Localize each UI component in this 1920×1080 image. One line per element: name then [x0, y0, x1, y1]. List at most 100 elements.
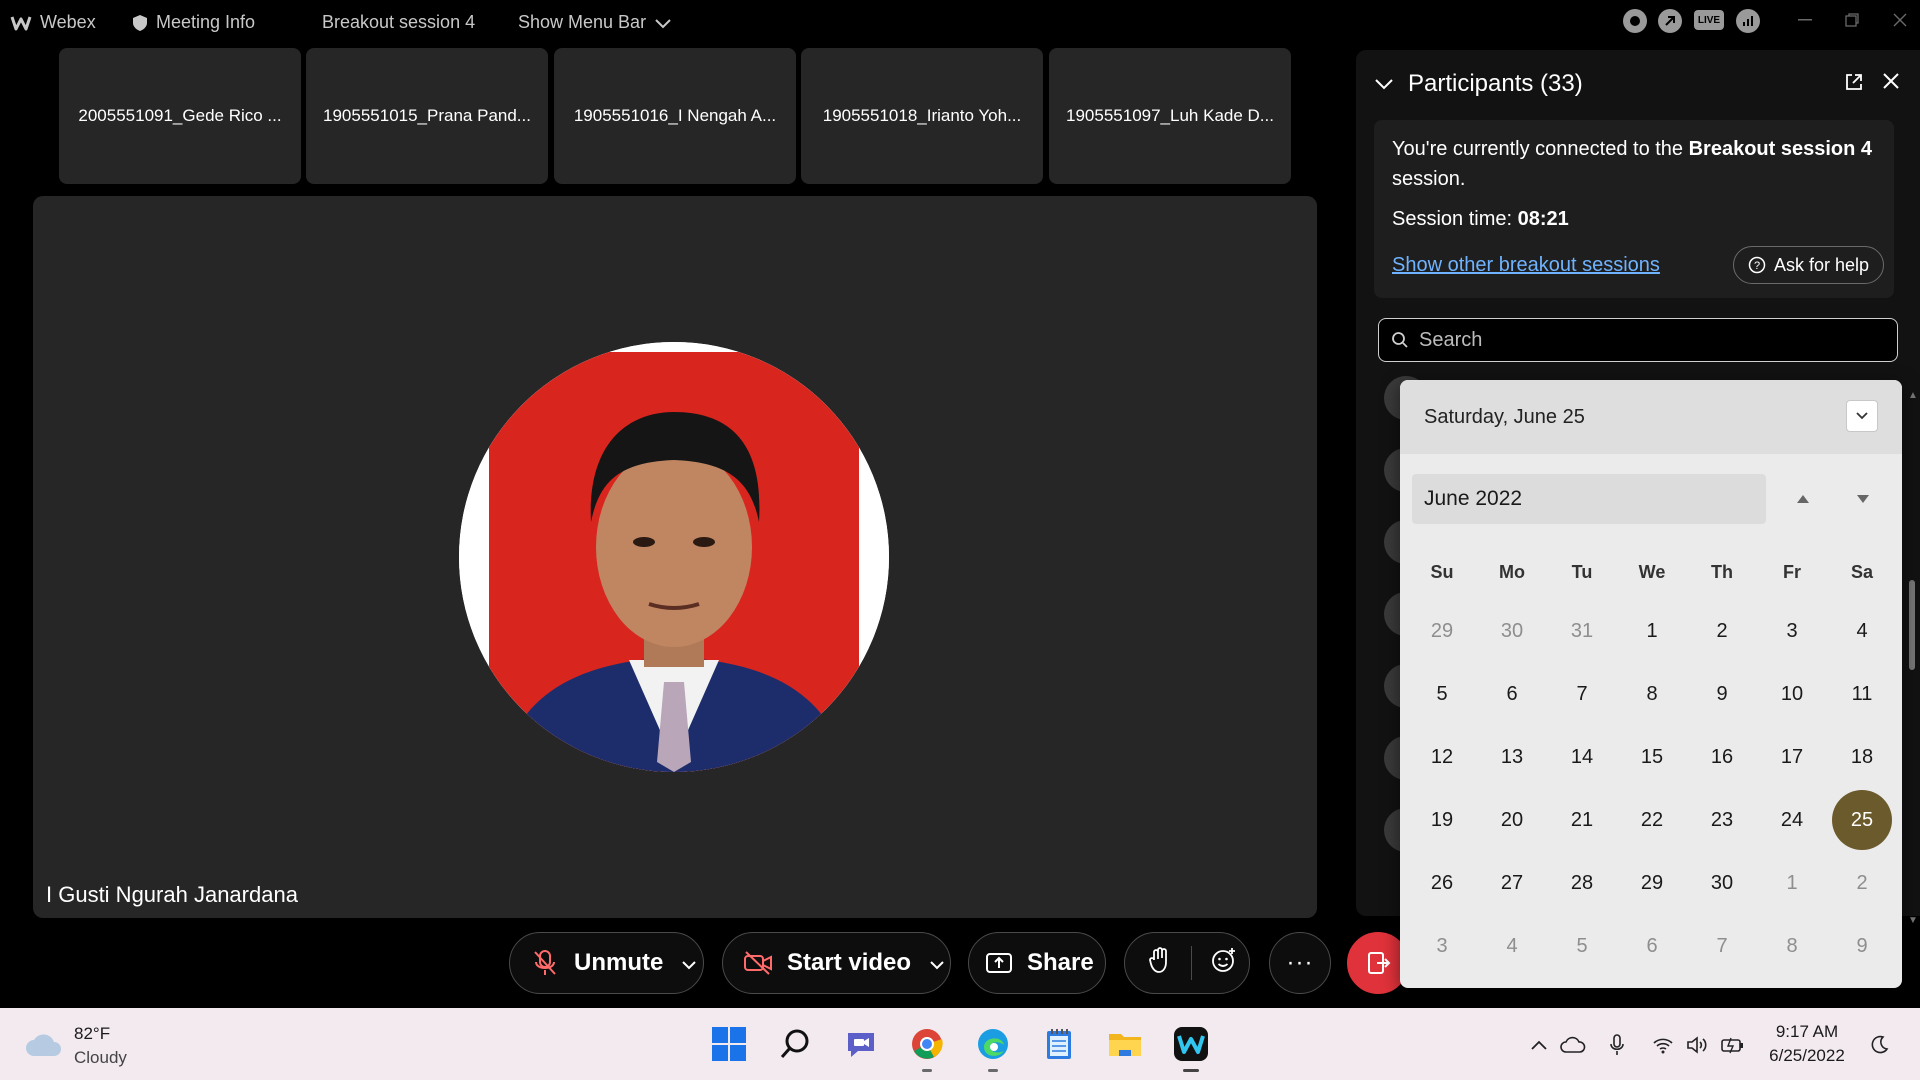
- share-button[interactable]: Share: [968, 932, 1106, 994]
- scroll-down-icon[interactable]: ▼: [1908, 915, 1918, 926]
- volume-icon[interactable]: [1684, 1032, 1710, 1058]
- calendar-day[interactable]: 5: [1552, 916, 1612, 976]
- calendar-day[interactable]: 30: [1692, 853, 1752, 913]
- connection-icon[interactable]: [1658, 9, 1682, 33]
- video-options-chevron-icon[interactable]: [929, 949, 945, 977]
- calendar-day[interactable]: 13: [1482, 727, 1542, 787]
- onedrive-icon[interactable]: [1560, 1032, 1586, 1058]
- calendar-day[interactable]: 4: [1832, 601, 1892, 661]
- unmute-button[interactable]: Unmute: [509, 932, 704, 994]
- notifications-moon-icon[interactable]: [1866, 1032, 1892, 1058]
- edge-icon[interactable]: [971, 1022, 1015, 1072]
- calendar-day[interactable]: 23: [1692, 790, 1752, 850]
- calendar-day[interactable]: 26: [1412, 853, 1472, 913]
- calendar-day[interactable]: 29: [1622, 853, 1682, 913]
- scroll-thumb[interactable]: [1909, 580, 1915, 670]
- pop-out-icon[interactable]: [1844, 72, 1864, 97]
- main-video-stage[interactable]: I Gusti Ngurah Janardana: [33, 196, 1317, 918]
- file-explorer-icon[interactable]: [1103, 1022, 1147, 1066]
- meeting-info-button[interactable]: Meeting Info: [132, 12, 255, 33]
- calendar-day[interactable]: 28: [1552, 853, 1612, 913]
- calendar-day[interactable]: 14: [1552, 727, 1612, 787]
- participant-thumbnail[interactable]: 1905551018_Irianto Yoh...: [801, 48, 1043, 184]
- calendar-day[interactable]: 1: [1622, 601, 1682, 661]
- calendar-day[interactable]: 31: [1552, 601, 1612, 661]
- webex-taskbar-icon[interactable]: [1169, 1022, 1213, 1072]
- calendar-day[interactable]: 2: [1692, 601, 1752, 661]
- calendar-day[interactable]: 2: [1832, 853, 1892, 913]
- participants-scrollbar[interactable]: ▲ ▼: [1908, 390, 1918, 930]
- emoji-reaction-icon[interactable]: [1210, 946, 1238, 981]
- close-panel-icon[interactable]: [1882, 72, 1900, 95]
- calendar-day[interactable]: 30: [1482, 601, 1542, 661]
- calendar-day[interactable]: 27: [1482, 853, 1542, 913]
- participant-thumbnail[interactable]: 1905551015_Prana Pand...: [306, 48, 548, 184]
- participant-thumbnail[interactable]: 1905551016_I Nengah A...: [554, 48, 796, 184]
- calendar-day[interactable]: 8: [1622, 664, 1682, 724]
- calendar-day[interactable]: 20: [1482, 790, 1542, 850]
- unmute-options-chevron-icon[interactable]: [681, 949, 697, 977]
- calendar-day[interactable]: 15: [1622, 727, 1682, 787]
- calendar-day[interactable]: 19: [1412, 790, 1472, 850]
- participant-search-input[interactable]: Search: [1378, 318, 1898, 362]
- calendar-day[interactable]: 18: [1832, 727, 1892, 787]
- system-clock[interactable]: 9:17 AM 6/25/2022: [1762, 1020, 1852, 1068]
- calendar-day-selected[interactable]: 25: [1832, 790, 1892, 850]
- participant-thumbnail[interactable]: 2005551091_Gede Rico ...: [59, 48, 301, 184]
- live-badge[interactable]: LIVE: [1694, 10, 1724, 30]
- calendar-toggle-button[interactable]: [1846, 400, 1878, 432]
- teams-chat-icon[interactable]: [839, 1022, 883, 1066]
- close-window-icon[interactable]: [1886, 6, 1914, 34]
- calendar-day[interactable]: 24: [1762, 790, 1822, 850]
- notepad-icon[interactable]: [1037, 1022, 1081, 1066]
- calendar-day[interactable]: 10: [1762, 664, 1822, 724]
- calendar-day[interactable]: 7: [1692, 916, 1752, 976]
- start-menu-icon[interactable]: [707, 1022, 751, 1066]
- calendar-day[interactable]: 1: [1762, 853, 1822, 913]
- calendar-day[interactable]: 4: [1482, 916, 1542, 976]
- previous-month-icon[interactable]: [1788, 484, 1818, 514]
- month-year-selector[interactable]: June 2022: [1412, 474, 1766, 524]
- minimize-icon[interactable]: [1791, 6, 1819, 34]
- microphone-tray-icon[interactable]: [1604, 1032, 1630, 1058]
- calendar-day[interactable]: 12: [1412, 727, 1472, 787]
- calendar-day[interactable]: 8: [1762, 916, 1822, 976]
- calendar-day[interactable]: 11: [1832, 664, 1892, 724]
- wifi-icon[interactable]: [1650, 1032, 1676, 1058]
- calendar-day[interactable]: 6: [1622, 916, 1682, 976]
- calendar-day[interactable]: 21: [1552, 790, 1612, 850]
- calendar-day[interactable]: 6: [1482, 664, 1542, 724]
- calendar-date-header[interactable]: Saturday, June 25: [1400, 380, 1902, 454]
- chrome-icon[interactable]: [905, 1022, 949, 1072]
- calendar-day[interactable]: 17: [1762, 727, 1822, 787]
- show-other-sessions-link[interactable]: Show other breakout sessions: [1392, 250, 1660, 280]
- show-menu-bar-button[interactable]: Show Menu Bar: [518, 12, 672, 33]
- next-month-icon[interactable]: [1848, 484, 1878, 514]
- raise-hand-icon[interactable]: [1147, 946, 1173, 981]
- search-taskbar-icon[interactable]: [773, 1022, 817, 1066]
- calendar-day[interactable]: 16: [1692, 727, 1752, 787]
- battery-charging-icon[interactable]: [1720, 1032, 1746, 1058]
- more-options-button[interactable]: ···: [1269, 932, 1331, 994]
- recording-icon[interactable]: [1623, 9, 1647, 33]
- weather-widget[interactable]: 82°F Cloudy: [24, 1022, 127, 1070]
- calendar-day[interactable]: 3: [1412, 916, 1472, 976]
- calendar-day[interactable]: 7: [1552, 664, 1612, 724]
- participant-thumbnail[interactable]: 1905551097_Luh Kade D...: [1049, 48, 1291, 184]
- restore-icon[interactable]: [1838, 6, 1866, 34]
- participants-header[interactable]: Participants (33): [1374, 70, 1583, 98]
- calendar-day[interactable]: 9: [1692, 664, 1752, 724]
- scroll-up-icon[interactable]: ▲: [1908, 390, 1918, 401]
- calendar-day[interactable]: 29: [1412, 601, 1472, 661]
- calendar-day[interactable]: 5: [1412, 664, 1472, 724]
- webex-menu[interactable]: Webex: [10, 12, 96, 33]
- ask-for-help-button[interactable]: ? Ask for help: [1732, 246, 1884, 284]
- calendar-day[interactable]: 3: [1762, 601, 1822, 661]
- start-video-button[interactable]: Start video: [722, 932, 951, 994]
- calendar-day[interactable]: 22: [1622, 790, 1682, 850]
- shield-icon: [133, 14, 147, 31]
- calendar-day[interactable]: 9: [1832, 916, 1892, 976]
- network-stats-icon[interactable]: [1736, 9, 1760, 33]
- show-hidden-icons-icon[interactable]: [1526, 1032, 1552, 1058]
- collapse-chevron-icon[interactable]: [1374, 78, 1394, 90]
